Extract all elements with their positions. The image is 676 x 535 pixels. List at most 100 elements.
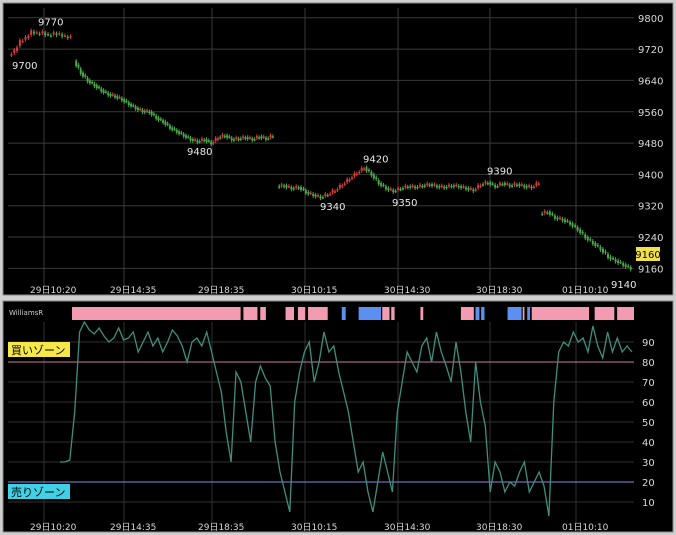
candle-body <box>38 33 41 35</box>
candle-body <box>404 185 407 188</box>
candle-body <box>79 68 82 74</box>
price-annotation: 9340 <box>320 202 345 213</box>
candle-body <box>235 137 238 139</box>
candle-body <box>107 92 110 96</box>
candle-body <box>462 186 465 188</box>
candle-body <box>258 137 261 139</box>
candle-body <box>558 217 561 220</box>
candle-body <box>309 192 312 195</box>
candle-body <box>116 96 119 99</box>
candle-body <box>589 239 592 241</box>
price-x-tick-label: 29日10:20 <box>30 285 77 296</box>
zone-bar-segment <box>391 307 395 320</box>
candle-body <box>334 191 337 193</box>
candle-body <box>191 139 194 141</box>
candle-body <box>216 138 219 140</box>
candle-body <box>384 186 387 190</box>
zone-bar-segment <box>285 307 294 320</box>
candle-body <box>207 140 210 142</box>
candle-body <box>513 183 516 185</box>
candle-body <box>150 111 153 115</box>
price-x-tick-label: 01日10:10 <box>562 285 609 296</box>
price-y-tick-label: 9480 <box>638 139 663 150</box>
candle-body <box>319 196 322 199</box>
candle-body <box>489 182 492 185</box>
price-x-tick-label: 30日10:15 <box>291 285 337 296</box>
candle-body <box>591 240 594 245</box>
price-y-tick-label: 9800 <box>638 14 663 25</box>
candle-body <box>392 189 395 193</box>
indicator-y-tick-label: 80 <box>642 358 655 369</box>
candle-body <box>574 225 577 227</box>
price-x-tick-label: 29日14:35 <box>110 285 156 296</box>
zone-bar-segment <box>341 307 346 320</box>
candle-body <box>474 189 477 191</box>
candle-body <box>569 222 572 225</box>
candle-body <box>75 60 78 66</box>
last-price-label: 9160 <box>635 250 660 261</box>
indicator-name: WilliamsR <box>9 309 43 317</box>
candle-body <box>175 130 178 133</box>
candle-body <box>114 95 117 98</box>
candle-body <box>370 172 373 176</box>
candle-body <box>203 139 206 142</box>
buy-zone-tag: 買いゾーン <box>8 342 70 357</box>
candle-body <box>246 137 249 140</box>
candle-body <box>91 82 94 84</box>
candle-body <box>467 188 470 190</box>
candle-body <box>253 139 256 141</box>
candle-body <box>132 105 135 107</box>
candle-body <box>438 186 441 188</box>
candle-body <box>228 136 231 139</box>
candle-body <box>372 174 375 179</box>
candle-body <box>157 117 160 121</box>
candle-body <box>496 186 499 188</box>
candle-body <box>548 211 551 215</box>
buy-zone-label: 買いゾーン <box>11 344 65 357</box>
candle-body <box>173 128 176 131</box>
candle-body <box>61 34 64 37</box>
candle-body <box>624 264 627 267</box>
candle-body <box>287 186 290 188</box>
indicator-y-tick-label: 90 <box>642 338 655 349</box>
candle-body <box>98 86 101 89</box>
candle-body <box>212 142 215 144</box>
zone-bar-segment <box>460 307 474 320</box>
indicator-y-tick-label: 40 <box>642 438 655 449</box>
price-annotation: 9770 <box>38 18 63 29</box>
candle-body <box>571 223 574 227</box>
indicator-x-tick-label: 29日10:20 <box>30 522 77 533</box>
price-annotation: 9480 <box>187 147 212 158</box>
candle-body <box>530 186 533 189</box>
candle-body <box>148 111 151 113</box>
indicator-y-tick-label: 20 <box>642 478 655 489</box>
candle-body <box>118 97 121 99</box>
candle-body <box>205 139 208 142</box>
candle-body <box>84 75 87 77</box>
candle-body <box>143 110 146 113</box>
candle-body <box>401 188 404 190</box>
candle-body <box>329 193 332 196</box>
candle-body <box>380 183 383 186</box>
candle-body <box>445 186 448 189</box>
candle-body <box>223 135 226 138</box>
zone-bar-segment <box>382 307 390 320</box>
zone-bar-segment <box>531 307 590 320</box>
sell-zone-tag: 売りゾーン <box>8 484 70 499</box>
price-y-tick-label: 9320 <box>638 202 663 213</box>
zone-bar-segment <box>243 307 258 320</box>
indicator-y-axis: 90 80 70 60 50 40 30 20 10 <box>642 338 655 509</box>
zone-bar-segment <box>475 307 480 320</box>
candle-body <box>338 184 341 189</box>
candle-body <box>375 177 378 179</box>
candle-body <box>523 185 526 188</box>
candle-body <box>41 31 44 34</box>
candle-body <box>178 131 181 134</box>
candle-body <box>528 185 531 188</box>
candle-body <box>367 169 370 172</box>
candle-body <box>619 261 622 264</box>
candle-body <box>377 180 380 185</box>
candle-body <box>561 218 564 221</box>
candle-body <box>421 185 424 188</box>
zone-bar-segment <box>72 307 241 320</box>
